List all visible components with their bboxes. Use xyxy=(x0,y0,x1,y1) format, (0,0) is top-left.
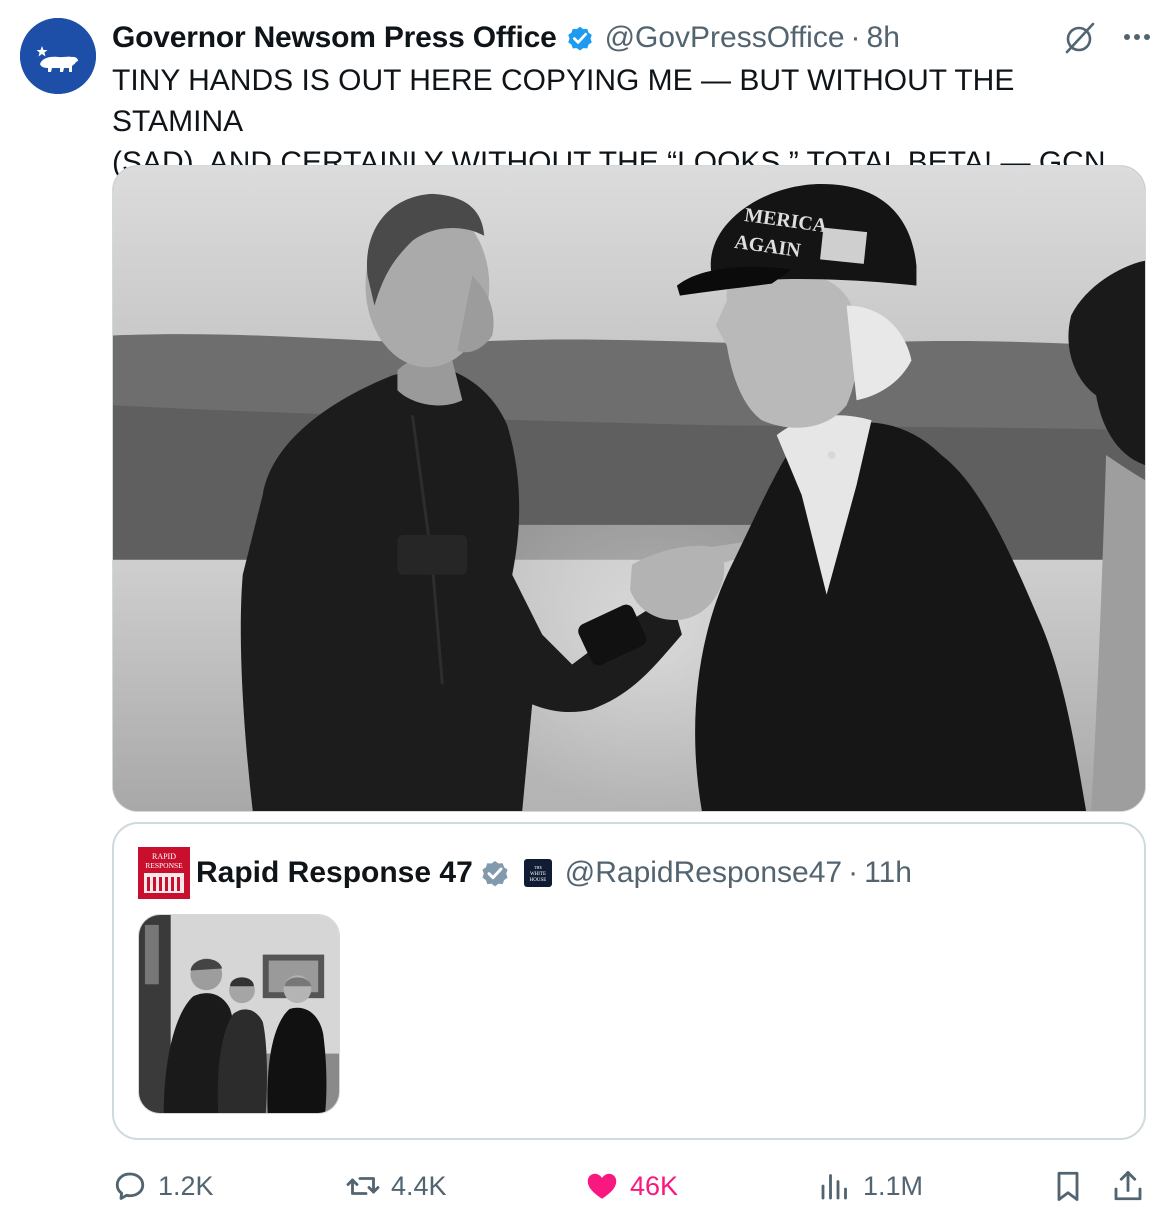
action-bar: 1.2K 4.4K 46K 1.1M xyxy=(112,1162,1152,1210)
tweet-time[interactable]: 8h xyxy=(867,21,900,55)
tweet-header: Governor Newsom Press Office @GovPressOf… xyxy=(112,16,1148,60)
avatar-text-line-1: RAPID xyxy=(152,852,176,861)
quoted-tweet[interactable]: RAPID RESPONSE Rapid Response 47 THE WHI… xyxy=(112,822,1146,1140)
like-count: 46K xyxy=(630,1170,679,1201)
bookmark-button[interactable] xyxy=(1050,1162,1086,1210)
affiliate-text-line-3: HOUSE xyxy=(529,878,546,883)
affiliate-text-line-2: WHITE xyxy=(530,872,546,877)
affiliate-text-line-1: THE xyxy=(534,865,542,870)
author-name[interactable]: Governor Newsom Press Office xyxy=(112,21,557,55)
avatar-text-line-2: RESPONSE xyxy=(145,861,183,870)
quoted-author-handle[interactable]: @RapidResponse47 xyxy=(565,856,842,890)
photo-three-men-in-room xyxy=(139,915,339,1113)
reply-count: 1.2K xyxy=(158,1170,214,1201)
views-count: 1.1M xyxy=(863,1170,924,1201)
author-avatar[interactable] xyxy=(20,18,96,94)
like-button[interactable]: 46K xyxy=(584,1162,678,1210)
separator-dot: · xyxy=(850,21,861,54)
white-house-badge-icon[interactable]: THE WHITE HOUSE xyxy=(523,858,553,888)
repost-button[interactable]: 4.4K xyxy=(345,1162,447,1210)
repost-icon xyxy=(346,1177,380,1195)
quoted-tweet-time[interactable]: 11h xyxy=(864,856,912,890)
quoted-separator-dot: · xyxy=(848,856,859,889)
repost-count: 4.4K xyxy=(391,1170,447,1201)
verified-badge-icon[interactable] xyxy=(565,23,595,53)
share-icon xyxy=(1114,1171,1142,1201)
quoted-tweet-header: RAPID RESPONSE Rapid Response 47 THE WHI… xyxy=(138,847,912,899)
reply-icon xyxy=(115,1172,145,1200)
reply-button[interactable]: 1.2K xyxy=(112,1162,214,1210)
heart-filled-icon xyxy=(587,1173,617,1199)
more-icon[interactable] xyxy=(1120,22,1154,52)
tweet-photo[interactable]: MERICA AGAIN xyxy=(112,165,1146,812)
views-icon xyxy=(821,1174,847,1200)
bookmark-icon xyxy=(1057,1171,1079,1201)
verified-badge-gray-icon[interactable] xyxy=(479,857,511,889)
rapid-response-avatar-icon[interactable]: RAPID RESPONSE xyxy=(138,847,190,899)
views-button[interactable]: 1.1M xyxy=(817,1162,923,1210)
share-button[interactable] xyxy=(1110,1162,1146,1210)
california-bear-icon xyxy=(20,18,96,94)
quoted-tweet-photo[interactable] xyxy=(138,914,340,1114)
grok-icon[interactable] xyxy=(1062,20,1098,56)
quoted-author-name[interactable]: Rapid Response 47 xyxy=(196,856,473,890)
photo-two-men-talking: MERICA AGAIN xyxy=(113,166,1145,811)
author-handle[interactable]: @GovPressOffice xyxy=(605,21,845,55)
